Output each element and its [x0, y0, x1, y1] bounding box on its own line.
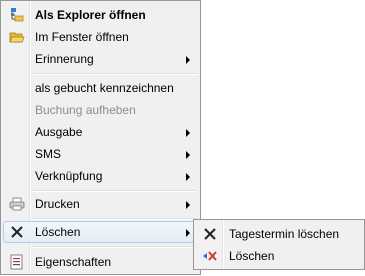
- menu-item-label: Löschen: [35, 225, 81, 239]
- menu-item-label: Ausgabe: [35, 125, 83, 139]
- printer-icon: [9, 196, 25, 212]
- menu-item-als-explorer-oeffnen[interactable]: Als Explorer öffnen: [3, 4, 198, 26]
- menu-item-label: Als Explorer öffnen: [35, 8, 146, 22]
- properties-icon: [9, 254, 25, 270]
- menu-item-buchung-aufheben: Buchung aufheben: [3, 99, 198, 121]
- submenu-arrow-icon: [186, 201, 190, 209]
- submenu-arrow-icon: [186, 151, 190, 159]
- delete-x-icon: [202, 226, 218, 242]
- menu-item-label: Im Fenster öffnen: [35, 30, 129, 44]
- menu-item-drucken[interactable]: Drucken: [3, 193, 198, 215]
- open-folder-icon: [9, 29, 25, 45]
- submenu-item-loeschen[interactable]: Löschen: [196, 245, 362, 267]
- menu-item-als-gebucht-kennzeichnen[interactable]: als gebucht kennzeichnen: [3, 77, 198, 99]
- submenu-item-tagestermin-loeschen[interactable]: Tagestermin löschen: [196, 223, 362, 245]
- submenu-arrow-icon: [186, 229, 190, 237]
- menu-item-label: Eigenschaften: [35, 255, 112, 269]
- menu-separator: [32, 190, 197, 192]
- menu-separator: [32, 218, 197, 220]
- submenu-arrow-icon: [186, 129, 190, 137]
- explorer-icon: [9, 7, 25, 23]
- menu-item-im-fenster-oeffnen[interactable]: Im Fenster öffnen: [3, 26, 198, 48]
- menu-item-loeschen[interactable]: Löschen: [3, 221, 198, 243]
- context-menu: Als Explorer öffnen Im Fenster öffnen Er…: [0, 0, 201, 275]
- submenu-arrow-icon: [186, 56, 190, 64]
- menu-item-label: Erinnerung: [35, 52, 94, 66]
- menu-item-eigenschaften[interactable]: Eigenschaften: [3, 251, 198, 273]
- menu-item-sms[interactable]: SMS: [3, 143, 198, 165]
- menu-item-label: SMS: [35, 147, 62, 161]
- menu-item-label: Verknüpfung: [35, 169, 103, 183]
- delete-x-icon: [9, 224, 25, 240]
- menu-item-ausgabe[interactable]: Ausgabe: [3, 121, 198, 143]
- submenu-arrow-icon: [186, 173, 190, 181]
- delete-red-x-icon: [202, 248, 218, 264]
- menu-separator: [32, 73, 197, 75]
- menu-item-erinnerung[interactable]: Erinnerung: [3, 48, 198, 70]
- menu-item-label: Buchung aufheben: [35, 103, 136, 117]
- submenu-item-label: Löschen: [229, 249, 275, 263]
- menu-item-verknuepfung[interactable]: Verknüpfung: [3, 165, 198, 187]
- menu-separator: [32, 246, 197, 248]
- delete-submenu: Tagestermin löschen Löschen: [193, 219, 365, 270]
- menu-item-label: Drucken: [35, 197, 80, 211]
- submenu-item-label: Tagestermin löschen: [229, 227, 340, 241]
- menu-item-label: als gebucht kennzeichnen: [35, 81, 174, 95]
